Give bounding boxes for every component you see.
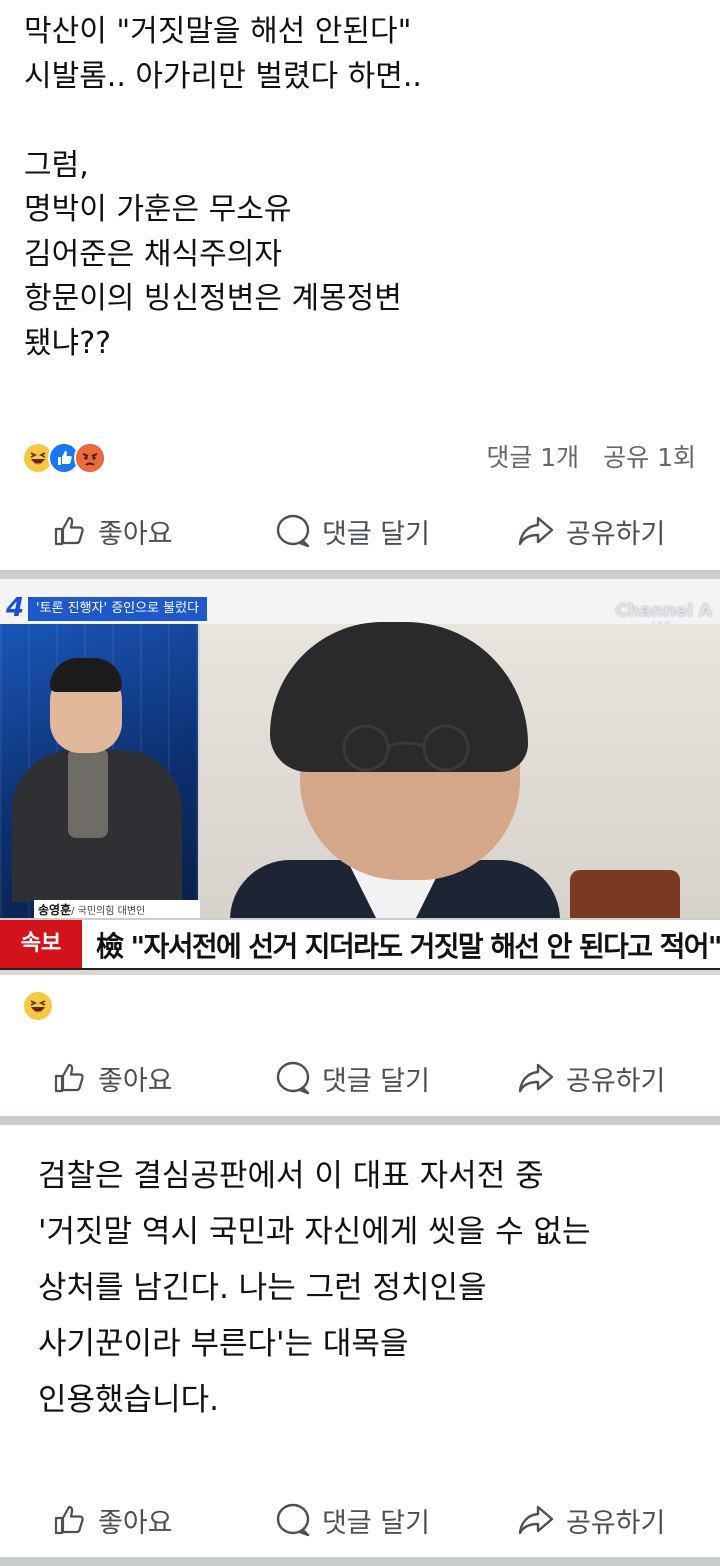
anchor-caption: 송영훈/ 국민의힘 대변인 [34, 900, 200, 920]
like-label: 좋아요 [98, 1507, 173, 1539]
anchor-hair [50, 658, 122, 692]
comment-count[interactable]: 댓글 1개 [486, 443, 579, 472]
share-arrow-icon [518, 1505, 554, 1535]
comment-button[interactable]: 댓글 달기 [274, 1059, 430, 1098]
share-button[interactable]: 공유하기 [516, 512, 665, 551]
comment-label: 댓글 달기 [322, 518, 430, 550]
share-button[interactable]: 공유하기 [516, 1059, 665, 1098]
share-label: 공유하기 [566, 1065, 666, 1097]
action-bar: 좋아요 댓글 달기 공유하기 [0, 501, 720, 561]
reaction-summary[interactable] [22, 440, 106, 476]
action-bar-3: 좋아요 댓글 달기 공유하기 [0, 1490, 720, 1550]
thumbs-up-icon [54, 1505, 84, 1535]
share-label: 공유하기 [566, 518, 666, 550]
post-text: 막산이 "거짓말을 해선 안된다" 시발롬.. 아가리만 벌렸다 하면.. 그럼… [24, 14, 422, 361]
post-divider [0, 1116, 720, 1125]
share-count[interactable]: 공유 1회 [603, 443, 696, 472]
chair-back [570, 870, 680, 920]
breaking-headline: 檢 "자서전에 선거 지더라도 거짓말 해선 안 된다고 적어" [96, 930, 720, 963]
angry-icon [74, 442, 106, 474]
like-label: 좋아요 [98, 518, 173, 550]
thumbs-up-icon [54, 1063, 84, 1093]
channel-logo: Channel A [615, 601, 712, 621]
haha-icon [22, 990, 54, 1022]
comment-label: 댓글 달기 [322, 1065, 430, 1097]
comment-button[interactable]: 댓글 달기 [274, 512, 430, 551]
post-text: 검찰은 결심공판에서 이 대표 자서전 중 '거짓말 역시 국민과 자신에게 씻… [38, 1158, 591, 1418]
like-button[interactable]: 좋아요 [52, 1501, 173, 1540]
post-divider [0, 1557, 720, 1566]
share-arrow-icon [518, 516, 554, 546]
news-number: 4 [6, 593, 25, 623]
anchor-name: 송영훈 [38, 903, 72, 917]
comment-label: 댓글 달기 [322, 1507, 430, 1539]
comment-bubble-icon [276, 1061, 310, 1095]
post-stats[interactable]: 댓글 1개 공유 1회 [470, 438, 696, 474]
anchor-sweater [68, 748, 108, 838]
reaction-summary-2[interactable] [22, 988, 54, 1024]
like-label: 좋아요 [98, 1065, 173, 1097]
news-tag: '토론 진행자' 증인으로 불렀다 [28, 597, 208, 621]
like-button[interactable]: 좋아요 [52, 1059, 173, 1098]
action-bar-2: 좋아요 댓글 달기 공유하기 [0, 1048, 720, 1108]
comment-bubble-icon [276, 1503, 310, 1537]
comment-bubble-icon [276, 514, 310, 548]
share-button[interactable]: 공유하기 [516, 1501, 665, 1540]
comment-button[interactable]: 댓글 달기 [274, 1501, 430, 1540]
thumbs-up-icon [54, 516, 84, 546]
share-arrow-icon [518, 1063, 554, 1093]
breaking-news-bar: 속보 檢 "자서전에 선거 지더라도 거짓말 해선 안 된다고 적어" [0, 918, 720, 970]
share-label: 공유하기 [566, 1507, 666, 1539]
glasses-icon [342, 724, 470, 772]
post-divider [0, 570, 720, 579]
anchor-title: / 국민의힘 대변인 [71, 906, 146, 917]
like-button[interactable]: 좋아요 [52, 512, 173, 551]
breaking-label: 속보 [0, 920, 82, 968]
